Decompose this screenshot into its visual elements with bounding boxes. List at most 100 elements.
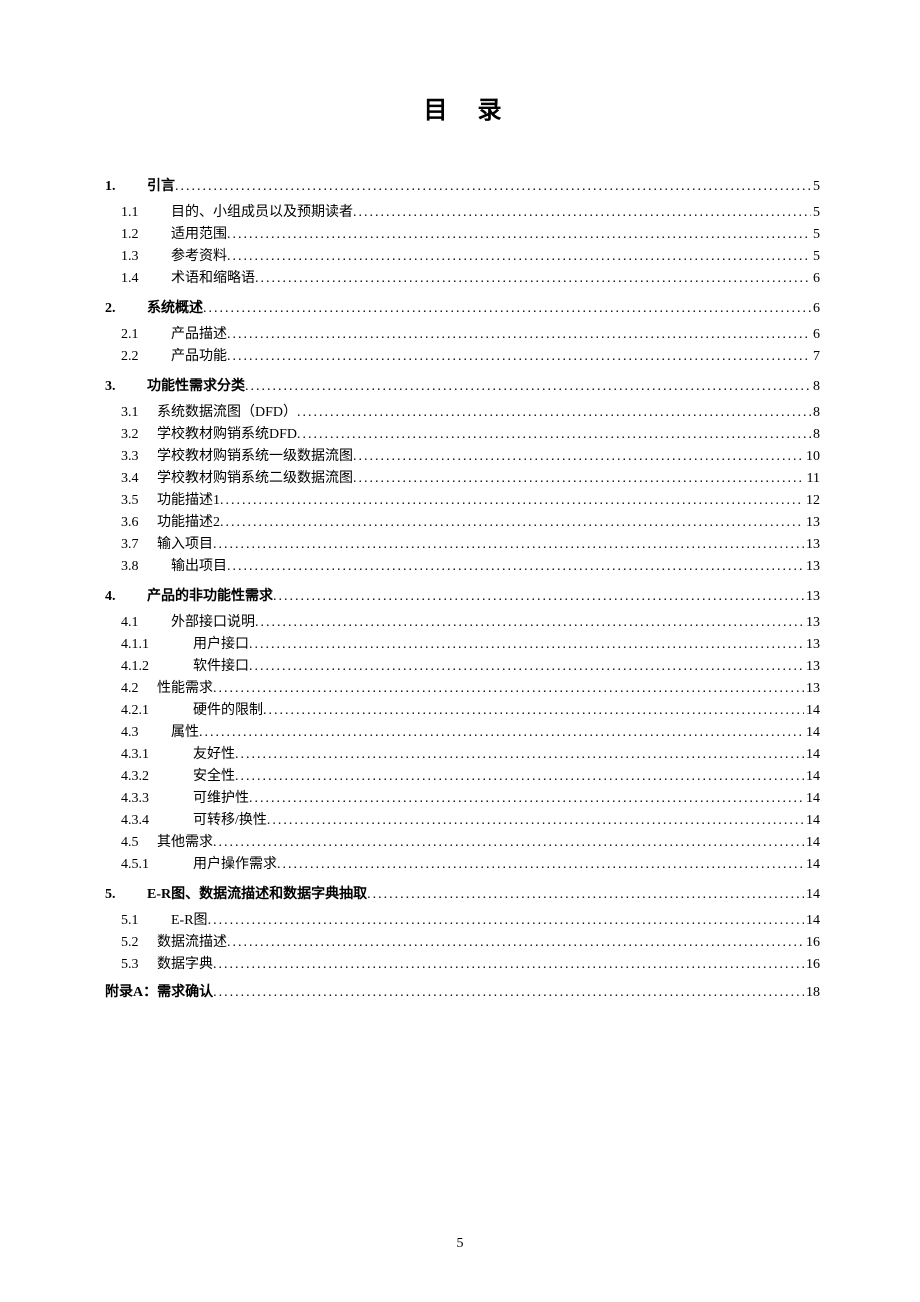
toc-leader-dots: [220, 516, 804, 530]
toc-entry-number: 3.2: [121, 428, 157, 442]
toc-entry: 附录A：需求确认 18: [105, 986, 820, 1000]
toc-entry-text: 可转移/换性: [193, 814, 267, 828]
toc-entry-text: 术语和缩略语: [171, 272, 255, 286]
toc-entry: 4.1.1用户接口13: [105, 638, 820, 652]
toc-entry: 4.3.3可维护性14: [105, 792, 820, 806]
toc-entry-text: 学校教材购销系统二级数据流图: [157, 472, 353, 486]
toc-leader-dots: [208, 914, 804, 928]
toc-entry-page: 6: [811, 302, 820, 316]
toc-entry-text: 系统数据流图（DFD）: [157, 406, 297, 420]
toc-entry-text: 用户接口: [193, 638, 249, 652]
toc-leader-dots: [220, 494, 804, 508]
toc-entry: 4.2.1硬件的限制14: [105, 704, 820, 718]
toc-leader-dots: [255, 616, 804, 630]
toc-entry: 5.2数据流描述 16: [105, 936, 820, 950]
toc-entry: 4.3属性14: [105, 726, 820, 740]
toc-entry-number: 2.: [105, 302, 147, 316]
toc-entry: 4.2性能需求13: [105, 682, 820, 696]
toc-entry-text: 数据流描述: [157, 936, 227, 950]
toc-leader-dots: [277, 858, 804, 872]
toc-entry-number: 4.3.2: [121, 770, 193, 784]
toc-entry-number: 3.1: [121, 406, 157, 420]
toc-leader-dots: [227, 250, 811, 264]
toc-entry: 3.功能性需求分类8: [105, 380, 820, 394]
toc-leader-dots: [227, 560, 804, 574]
toc-entry: 4.3.4可转移/换性 14: [105, 814, 820, 828]
toc-entry: 2.2产品功能7: [105, 350, 820, 364]
toc-entry-text: 用户操作需求: [193, 858, 277, 872]
toc-entry-page: 13: [804, 616, 820, 630]
toc-entry-text: 附录A：需求确认: [105, 986, 213, 1000]
toc-entry-page: 13: [804, 660, 820, 674]
toc-leader-dots: [213, 836, 804, 850]
toc-leader-dots: [213, 538, 804, 552]
toc-entry-text: 硬件的限制: [193, 704, 263, 718]
toc-entry-text: 系统概述: [147, 302, 203, 316]
table-of-contents: 1.引言51.1目的、小组成员以及预期读者51.2适用范围51.3参考资料51.…: [105, 180, 820, 1000]
toc-leader-dots: [227, 936, 804, 950]
toc-entry-number: 3.7: [121, 538, 157, 552]
toc-entry-text: 功能描述2: [157, 516, 220, 530]
toc-entry-page: 16: [804, 936, 820, 950]
toc-entry-page: 14: [804, 748, 820, 762]
toc-entry-page: 14: [804, 814, 820, 828]
toc-entry-number: 4.3: [121, 726, 171, 740]
toc-leader-dots: [267, 814, 804, 828]
toc-entry-number: 4.3.4: [121, 814, 193, 828]
toc-entry-number: 3.3: [121, 450, 157, 464]
toc-entry-text: 输出项目: [171, 560, 227, 574]
toc-leader-dots: [367, 888, 804, 902]
toc-leader-dots: [249, 638, 804, 652]
toc-entry-number: 1.3: [121, 250, 171, 264]
toc-entry-number: 1.1: [121, 206, 171, 220]
toc-entry-number: 5.3: [121, 958, 157, 972]
toc-leader-dots: [353, 206, 811, 220]
toc-entry-page: 6: [811, 328, 820, 342]
toc-entry: 1.2适用范围5: [105, 228, 820, 242]
toc-entry-page: 13: [804, 638, 820, 652]
toc-leader-dots: [353, 450, 804, 464]
toc-leader-dots: [235, 770, 804, 784]
toc-entry-page: 14: [804, 836, 820, 850]
toc-entry-text: 产品描述: [171, 328, 227, 342]
toc-entry: 1.引言5: [105, 180, 820, 194]
toc-entry-number: 3.: [105, 380, 147, 394]
toc-entry-page: 8: [811, 406, 820, 420]
toc-entry: 3.5功能描述112: [105, 494, 820, 508]
toc-entry: 4.1.2软件接口13: [105, 660, 820, 674]
toc-entry-number: 1.4: [121, 272, 171, 286]
toc-title: 目录: [105, 90, 820, 125]
toc-entry-page: 13: [804, 682, 820, 696]
toc-entry-number: 3.8: [121, 560, 171, 574]
toc-entry-page: 5: [811, 228, 820, 242]
toc-entry: 4.5.1用户操作需求14: [105, 858, 820, 872]
toc-entry-page: 5: [811, 180, 820, 194]
toc-entry-text: 功能描述1: [157, 494, 220, 508]
toc-leader-dots: [249, 792, 804, 806]
toc-entry: 4.产品的非功能性需求13: [105, 590, 820, 604]
toc-entry: 3.6功能描述213: [105, 516, 820, 530]
toc-entry-text: E-R图: [171, 914, 208, 928]
toc-entry-page: 18: [804, 986, 820, 1000]
toc-entry-page: 14: [804, 914, 820, 928]
toc-leader-dots: [297, 406, 811, 420]
toc-entry-page: 16: [804, 958, 820, 972]
page-number: 5: [0, 1236, 920, 1252]
toc-entry: 4.1外部接口说明13: [105, 616, 820, 630]
toc-entry-text: 其他需求: [157, 836, 213, 850]
toc-leader-dots: [227, 328, 811, 342]
toc-entry-page: 13: [804, 538, 820, 552]
toc-leader-dots: [235, 748, 804, 762]
toc-entry-number: 5.2: [121, 936, 157, 950]
toc-entry-text: 目的、小组成员以及预期读者: [171, 206, 353, 220]
toc-entry-text: 引言: [147, 180, 175, 194]
toc-entry-page: 14: [804, 858, 820, 872]
toc-entry: 5.3数据字典16: [105, 958, 820, 972]
toc-entry-number: 3.4: [121, 472, 157, 486]
toc-leader-dots: [227, 350, 811, 364]
toc-entry-page: 8: [811, 428, 820, 442]
toc-leader-dots: [353, 472, 805, 486]
toc-leader-dots: [213, 958, 804, 972]
toc-entry-number: 5.1: [121, 914, 171, 928]
toc-entry-number: 5.: [105, 888, 147, 902]
